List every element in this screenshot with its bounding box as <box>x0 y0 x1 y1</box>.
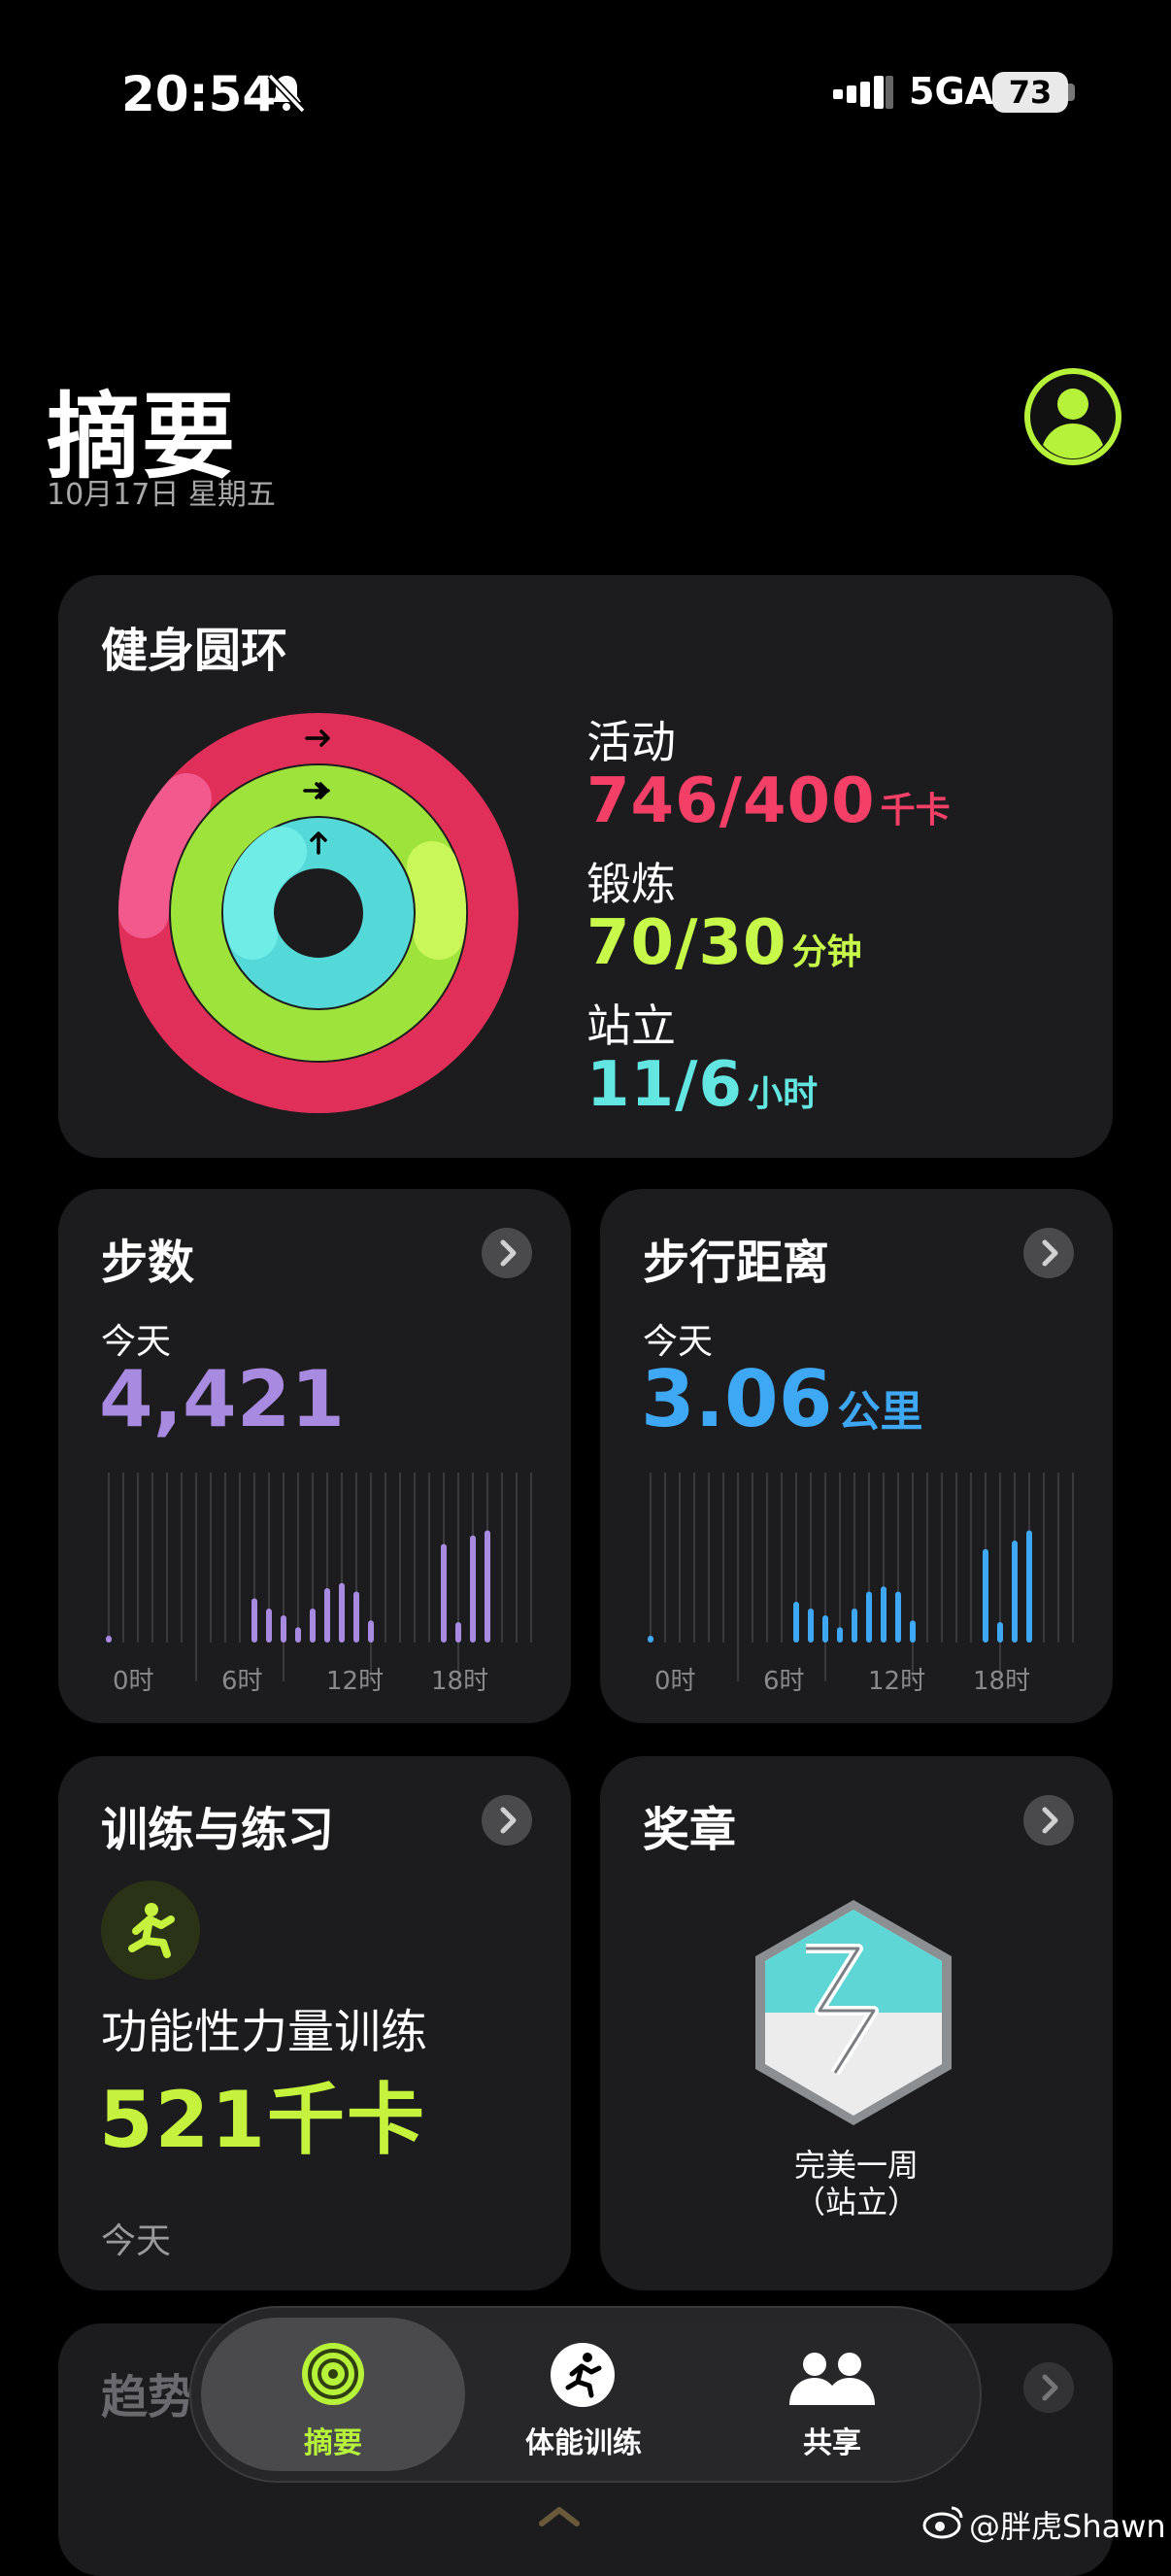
tick-18: 18时 <box>431 1667 489 1696</box>
chevron-right-icon[interactable] <box>482 1228 532 1278</box>
card-title: 训练与练习 <box>101 1803 335 1857</box>
stand-stat: 站立 11/6 小时 <box>586 991 818 1121</box>
hour-bar <box>353 1591 359 1643</box>
hour-bar <box>822 1615 828 1643</box>
hour-bar <box>895 1591 901 1643</box>
distance-hourly-chart <box>648 1473 1074 1681</box>
status-time: 20:54 <box>121 66 277 122</box>
card-title: 健身圆环 <box>101 624 288 678</box>
card-title: 奖章 <box>643 1803 737 1857</box>
chevron-right-icon[interactable] <box>1023 1795 1074 1846</box>
hour-bar <box>281 1615 286 1643</box>
tab-sharing-label[interactable]: 共享 <box>716 2419 949 2461</box>
chevron-right-icon[interactable] <box>1023 1228 1074 1278</box>
tick-6: 6时 <box>763 1667 805 1696</box>
stand-label: 站立 <box>586 1000 676 1052</box>
strength-training-icon <box>101 1881 200 1980</box>
card-title: 步数 <box>101 1236 195 1290</box>
distance-value: 3.06 <box>641 1354 833 1444</box>
workouts-card[interactable]: 训练与练习 功能性力量训练 521千卡 今天 <box>58 1756 571 2290</box>
exercise-label: 锻炼 <box>586 858 676 910</box>
exercise-value: 70/30 <box>586 907 787 979</box>
weibo-logo-icon <box>922 2506 963 2539</box>
workout-calories: 521千卡 <box>99 2075 426 2165</box>
card-title: 步行距离 <box>643 1236 830 1290</box>
tick-6: 6时 <box>221 1667 263 1696</box>
battery-indicator: 73 <box>992 72 1068 113</box>
profile-avatar-icon[interactable] <box>1023 367 1122 466</box>
hour-bar <box>485 1530 490 1643</box>
walking-distance-card[interactable]: 步行距离 今天 3.06 公里 0时 6时 12时 18时 <box>600 1189 1113 1723</box>
hour-bar <box>997 1622 1003 1643</box>
chevron-right-icon[interactable] <box>482 1795 532 1846</box>
activity-rings-tab-icon[interactable] <box>298 2339 368 2409</box>
perfect-week-badge-icon <box>755 1900 952 2125</box>
exercise-unit: 分钟 <box>791 932 862 972</box>
hour-bar <box>324 1588 330 1643</box>
hour-bar <box>310 1609 316 1643</box>
tick-18: 18时 <box>973 1667 1031 1696</box>
chevron-up-icon[interactable] <box>536 2502 583 2529</box>
workout-date: 今天 <box>101 2221 172 2261</box>
hour-bar <box>441 1543 447 1643</box>
move-value: 746/400 <box>586 765 876 837</box>
network-type: 5GA <box>909 70 994 113</box>
awards-card[interactable]: 奖章 完美一周 （站立） <box>600 1756 1113 2290</box>
tab-fitness-label[interactable]: 体能训练 <box>467 2419 700 2461</box>
chevron-right-icon[interactable] <box>1023 2362 1074 2413</box>
hour-bar <box>648 1636 653 1643</box>
badge-caption: 完美一周 （站立） <box>600 2147 1113 2220</box>
hour-bar <box>881 1586 887 1643</box>
move-unit: 千卡 <box>880 791 951 830</box>
hour-bar <box>295 1627 301 1643</box>
tab-bar: 摘要 体能训练 共享 <box>189 2306 982 2483</box>
tick-0: 0时 <box>113 1667 154 1696</box>
steps-value: 4,421 <box>99 1354 346 1444</box>
hour-bar <box>852 1609 857 1643</box>
badge-subtitle: （站立） <box>793 2184 919 2220</box>
battery-nub <box>1068 84 1075 101</box>
hour-bar <box>368 1620 374 1643</box>
stand-unit: 小时 <box>748 1074 819 1114</box>
sharing-people-icon[interactable] <box>786 2349 879 2407</box>
hour-bar <box>1012 1541 1018 1643</box>
hour-bar <box>866 1591 872 1643</box>
distance-unit: 公里 <box>837 1387 923 1437</box>
hour-bar <box>251 1598 257 1643</box>
running-figure-icon[interactable] <box>549 2341 617 2409</box>
stand-value: 11/6 <box>586 1049 743 1121</box>
page-date: 10月17日 星期五 <box>47 478 276 512</box>
hour-bar <box>793 1602 799 1643</box>
steps-hourly-chart <box>106 1473 532 1681</box>
tick-12: 12时 <box>326 1667 385 1696</box>
hour-bar <box>910 1620 916 1643</box>
activity-rings-graphic <box>117 713 519 1113</box>
hour-bar <box>455 1622 461 1643</box>
move-stat: 活动 746/400 千卡 <box>586 707 951 837</box>
move-label: 活动 <box>586 716 676 768</box>
tab-summary-label[interactable]: 摘要 <box>217 2419 450 2461</box>
badge-name: 完美一周 <box>793 2147 919 2184</box>
hour-bar <box>470 1535 476 1643</box>
silent-bell-icon <box>267 73 306 114</box>
distance-value-group: 3.06 公里 <box>641 1354 922 1444</box>
watermark-text: @胖虎Shawn <box>969 2508 1166 2545</box>
hour-bar <box>808 1609 814 1643</box>
hour-bar <box>266 1609 272 1643</box>
cellular-signal-icon <box>833 76 893 109</box>
activity-rings-card[interactable]: 健身圆环 活动 746/400 千卡 锻炼 70/30 分钟 站立 11/6 小… <box>58 575 1113 1158</box>
hour-bar <box>339 1582 345 1643</box>
hour-bar <box>837 1627 843 1643</box>
steps-card[interactable]: 步数 今天 4,421 0时 6时 12时 18时 <box>58 1189 571 1723</box>
workout-name: 功能性力量训练 <box>101 2005 428 2059</box>
exercise-stat: 锻炼 70/30 分钟 <box>586 849 862 979</box>
card-title: 趋势 <box>101 2370 195 2424</box>
hour-bar <box>106 1636 112 1643</box>
hour-bar <box>1026 1530 1032 1643</box>
hour-bar <box>983 1548 988 1643</box>
tick-12: 12时 <box>868 1667 926 1696</box>
tick-0: 0时 <box>654 1667 696 1696</box>
